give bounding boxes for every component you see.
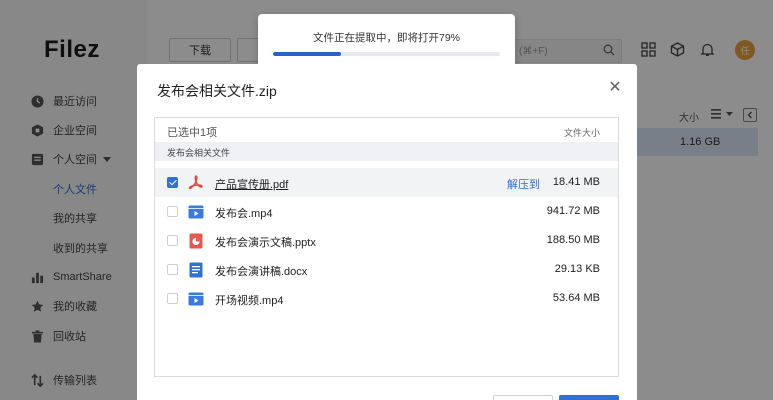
file-checkbox[interactable] — [167, 264, 178, 275]
video-icon — [188, 291, 204, 307]
file-name[interactable]: 开场视频.mp4 — [215, 292, 283, 308]
progress-bar-fill — [273, 52, 342, 56]
file-checkbox[interactable] — [167, 293, 178, 304]
file-name[interactable]: 发布会演示文稿.pptx — [215, 234, 316, 250]
list-item[interactable]: 发布会.mp4 941.72 MB — [155, 197, 618, 226]
confirm-button[interactable] — [559, 395, 619, 400]
list-item[interactable]: 发布会演讲稿.docx 29.13 KB — [155, 255, 618, 284]
extract-progress-toast: 文件正在提取中，即将打开79% — [258, 14, 515, 70]
file-size: 29.13 KB — [554, 263, 600, 275]
dialog-title: 发布会相关文件.zip — [157, 83, 277, 99]
folder-name: 发布会相关文件 — [167, 148, 231, 158]
file-checkbox[interactable] — [167, 235, 178, 246]
file-list-header: 已选中1项 文件大小 — [155, 118, 618, 142]
file-name[interactable]: 发布会演讲稿.docx — [215, 263, 307, 279]
folder-row[interactable]: 发布会相关文件 — [155, 142, 618, 161]
file-checkbox[interactable] — [167, 177, 178, 188]
file-name[interactable]: 发布会.mp4 — [215, 205, 272, 221]
file-checkbox[interactable] — [167, 206, 178, 217]
cancel-button[interactable] — [493, 395, 553, 400]
toast-message: 文件正在提取中，即将打开79% — [312, 32, 460, 44]
list-item[interactable]: 开场视频.mp4 53.64 MB — [155, 284, 618, 313]
list-item[interactable]: 产品宣传册.pdf 解压到 18.41 MB — [155, 168, 618, 197]
docx-icon — [188, 262, 204, 278]
close-icon[interactable]: ✕ — [607, 80, 623, 96]
file-list-panel: 已选中1项 文件大小 发布会相关文件 产品宣传册.pdf 解压到 18.41 M… — [154, 117, 619, 377]
file-size: 53.64 MB — [552, 292, 600, 304]
video-icon — [188, 204, 204, 220]
extract-to-link[interactable]: 解压到 — [507, 176, 540, 192]
file-size: 18.41 MB — [552, 176, 600, 188]
progress-bar — [273, 52, 500, 56]
pdf-icon — [188, 175, 204, 191]
file-name[interactable]: 产品宣传册.pdf — [215, 176, 288, 192]
selected-count: 已选中1项 — [167, 127, 218, 139]
file-size: 941.72 MB — [546, 205, 600, 217]
file-size: 188.50 MB — [546, 234, 600, 246]
zip-preview-dialog: 发布会相关文件.zip ✕ 已选中1项 文件大小 发布会相关文件 产品宣传册.p… — [137, 64, 637, 400]
size-column-header: 文件大小 — [563, 128, 600, 138]
pptx-icon — [188, 233, 204, 249]
list-item[interactable]: 发布会演示文稿.pptx 188.50 MB — [155, 226, 618, 255]
